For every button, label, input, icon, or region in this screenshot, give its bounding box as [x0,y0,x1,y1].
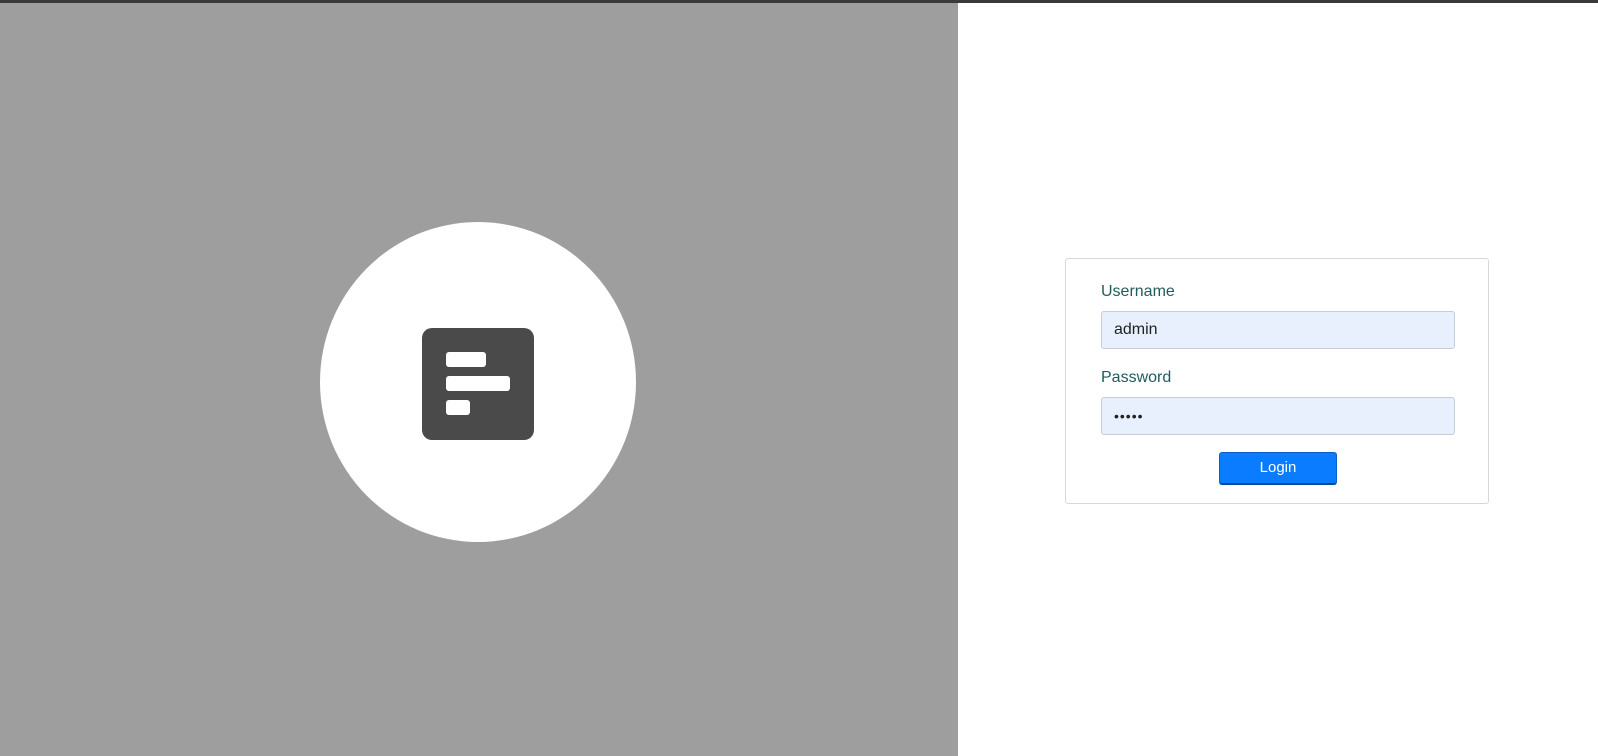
login-button[interactable]: Login [1219,452,1337,485]
logo-bar [446,352,486,367]
login-form: Username admin Password ••••• Login [1065,258,1489,504]
app-logo-icon [422,328,534,440]
logo-bar [446,400,470,415]
logo-circle [320,222,636,542]
password-label: Password [1101,369,1172,386]
username-field[interactable]: admin [1101,311,1455,349]
password-field[interactable]: ••••• [1101,397,1455,435]
logo-bar [446,376,510,391]
branding-panel [0,3,958,756]
username-label: Username [1101,283,1175,300]
